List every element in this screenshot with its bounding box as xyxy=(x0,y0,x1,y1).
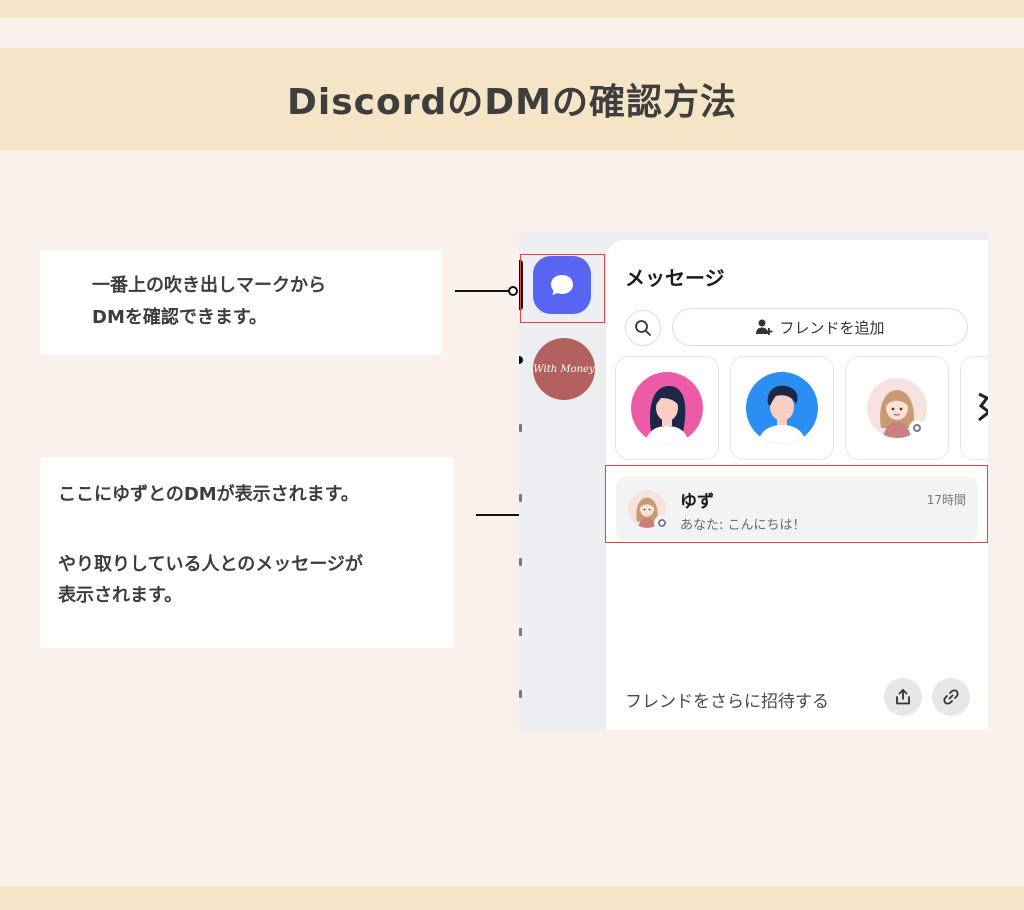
share-icon xyxy=(896,689,910,705)
avatar xyxy=(746,372,818,444)
note-line: 一番上の吹き出しマークから xyxy=(92,275,326,296)
note-line: ここにゆずとのDMが表示されます。 xyxy=(58,484,359,505)
link-button[interactable] xyxy=(932,678,970,716)
avatar xyxy=(631,372,703,444)
add-friend-label: フレンドを追加 xyxy=(779,318,885,337)
link-icon xyxy=(943,689,959,705)
unread-indicator xyxy=(519,356,523,364)
search-button[interactable] xyxy=(625,310,661,346)
highlight-dm-row xyxy=(605,465,988,543)
partial-avatar-icon xyxy=(978,392,988,422)
avatar-wrapper xyxy=(867,378,927,438)
rail-tick xyxy=(519,628,522,636)
invite-friends-label[interactable]: フレンドをさらに招待する xyxy=(625,687,829,712)
highlight-dm-button xyxy=(520,254,605,323)
bottom-stripe xyxy=(0,886,1024,910)
note-line: DMを確認できます。 xyxy=(92,306,268,328)
note-line: やり取りしている人とのメッセージが xyxy=(58,553,363,575)
pointer-dot-1 xyxy=(508,286,518,296)
rail-tick xyxy=(519,494,522,502)
note-dm-icon: 一番上の吹き出しマークから DMを確認できます。 xyxy=(40,250,442,355)
note-dm-list: ここにゆずとのDMが表示されます。 やり取りしている人とのメッセージが 表示され… xyxy=(40,457,454,648)
friend-card[interactable] xyxy=(730,356,834,460)
offline-status-icon xyxy=(909,420,925,436)
friend-card[interactable] xyxy=(615,356,719,460)
pointer-line-1 xyxy=(455,290,513,292)
rail-tick xyxy=(519,558,522,566)
woman-avatar-icon xyxy=(645,386,689,444)
panel-title: メッセージ xyxy=(625,266,725,290)
top-stripe xyxy=(0,0,1024,18)
rail-tick xyxy=(519,424,522,432)
server-label: With Money xyxy=(533,363,595,375)
add-friend-button[interactable]: フレンドを追加 xyxy=(672,308,968,346)
friend-card[interactable] xyxy=(845,356,949,460)
rail-tick xyxy=(519,690,522,698)
man-avatar-icon xyxy=(758,385,806,444)
server-with-money[interactable]: With Money xyxy=(533,338,595,400)
search-icon xyxy=(635,320,651,336)
friend-card[interactable] xyxy=(960,356,988,460)
page-title: DiscordのDMの確認方法 xyxy=(287,82,737,123)
note-line: 表示されます。 xyxy=(58,585,183,606)
title-band: DiscordのDMの確認方法 xyxy=(0,48,1024,150)
add-user-icon xyxy=(756,319,773,335)
share-button[interactable] xyxy=(884,678,922,716)
